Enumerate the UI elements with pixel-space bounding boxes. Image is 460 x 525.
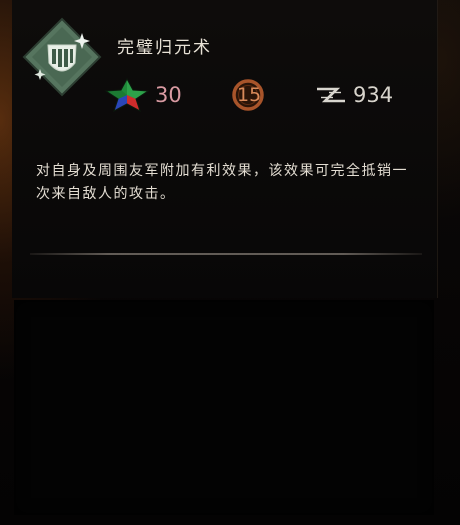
divider [30, 253, 422, 255]
stat-speed: 934 [315, 78, 393, 112]
empty-panel [14, 300, 434, 515]
speed-icon [317, 87, 345, 103]
skill-tooltip: 完璧归元术 30 15 934 对自身及周围友军附加有利效果，该效果可完全抵销一… [0, 0, 460, 525]
tricolor-star-icon [104, 78, 150, 112]
skill-title: 完璧归元术 [117, 38, 212, 58]
star-value: 30 [155, 82, 182, 107]
ring-value: 15 [237, 83, 262, 106]
speed-value: 934 [353, 82, 394, 107]
skill-shield-icon [22, 17, 102, 97]
stat-star: 30 [103, 78, 182, 112]
skill-description: 对自身及周围友军附加有利效果，该效果可完全抵销一次来自敌人的攻击。 [36, 163, 408, 202]
stat-ring: 15 [231, 78, 264, 112]
